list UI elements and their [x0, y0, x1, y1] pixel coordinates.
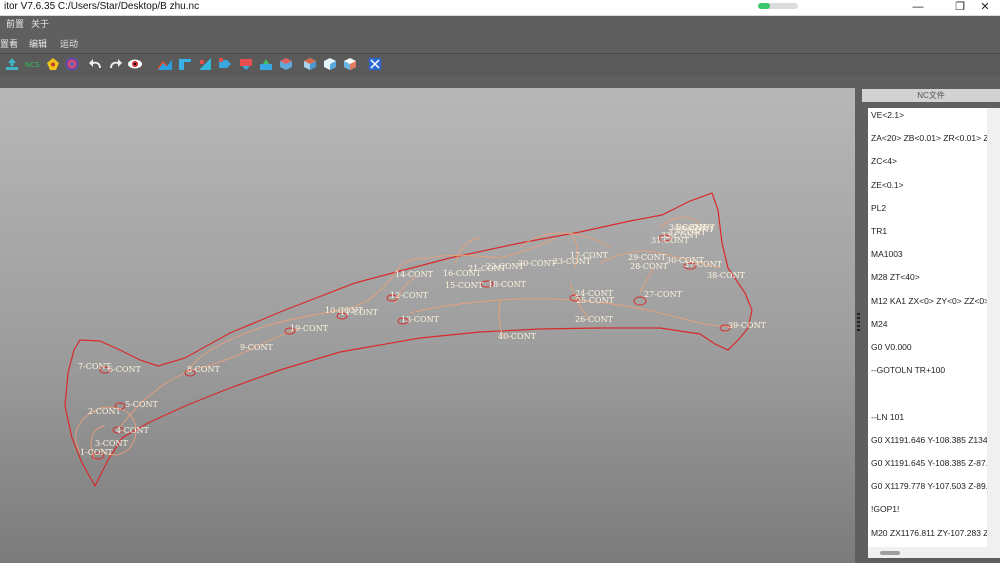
nc-line[interactable]: TR1: [871, 226, 887, 236]
cube-2-icon[interactable]: [322, 56, 338, 72]
contour-label: 6-CONT: [108, 365, 141, 374]
nc-line[interactable]: G0 X1179.778 Y-107.503 Z-89.0: [871, 481, 993, 491]
3d-viewport[interactable]: 1-CONT 2-CONT 3-CONT 4-CONT 5-CONT 6-CONT 7-CO…: [0, 88, 855, 563]
contour-label: 29-CONT: [628, 253, 667, 262]
cube-3-icon[interactable]: [342, 56, 358, 72]
cube-1-icon[interactable]: [302, 56, 318, 72]
nc-line[interactable]: ZC<4>: [871, 156, 897, 166]
nc-panel-header: NC文件: [862, 89, 1000, 102]
contour-label: 2-CONT: [88, 407, 121, 416]
contour-label: 39-CONT: [728, 321, 767, 330]
horizontal-scroll-thumb[interactable]: [880, 551, 900, 555]
nc-line[interactable]: M24: [871, 319, 888, 329]
import-icon[interactable]: [4, 56, 20, 72]
contour-label: 1-CONT: [80, 448, 113, 457]
contour-label: 15-CONT: [445, 281, 484, 290]
view-7-icon[interactable]: [278, 56, 294, 72]
panel-splitter[interactable]: [855, 88, 862, 563]
progress-fill: [758, 3, 770, 9]
toolpath-canvas: 1-CONT 2-CONT 3-CONT 4-CONT 5-CONT 6-CONT7-CO…: [64, 192, 767, 488]
menu-item-front[interactable]: 前置: [6, 17, 24, 30]
nc-line[interactable]: M20 ZX1176.811 ZY-107.283 Z: [871, 528, 989, 538]
contour-label: 26-CONT: [575, 315, 614, 324]
contour-label: 40-CONT: [498, 332, 537, 341]
contour-label: 25-CONT: [576, 296, 615, 305]
contour-label: 11-CONT: [340, 308, 379, 317]
secondary-menu-bar: 置看 编辑 运动: [0, 36, 1000, 52]
window-title: itor V7.6.35 C:/Users/Star/Desktop/B zhu…: [4, 1, 200, 12]
contour-label: 19-CONT: [290, 324, 329, 333]
contour-label: 18-CONT: [488, 280, 527, 289]
minimize-button[interactable]: —: [903, 0, 933, 15]
view-5-icon[interactable]: [238, 56, 254, 72]
menu-item-about[interactable]: 关于: [31, 17, 49, 30]
part-outline: [64, 192, 753, 488]
contour-label: 4-CONT: [116, 426, 149, 435]
nc-line[interactable]: G0 X1191.645 Y-108.385 Z-87.5: [871, 458, 993, 468]
nc-line[interactable]: --LN 101: [871, 412, 904, 422]
menu-item-motion[interactable]: 运动: [60, 37, 78, 50]
contour-label: 38-CONT: [707, 271, 746, 280]
nc-line[interactable]: PL2: [871, 203, 886, 213]
title-bar: itor V7.6.35 C:/Users/Star/Desktop/B zhu…: [0, 0, 1000, 16]
nc-line[interactable]: G0 V0.000: [871, 342, 912, 352]
nc-line[interactable]: G0 X1191.646 Y-108.385 Z134.4: [871, 435, 995, 445]
contour-label: 36-CONT: [677, 223, 716, 232]
contour-label: 9-CONT: [240, 343, 273, 352]
contour-label: 3-CONT: [95, 439, 128, 448]
menu-item-view[interactable]: 置看: [0, 37, 18, 50]
contour-label: 27-CONT: [644, 290, 683, 299]
nc-line[interactable]: M28 ZT<40>: [871, 272, 920, 282]
menu-item-edit[interactable]: 编辑: [29, 37, 47, 50]
progress-bar: [758, 3, 798, 9]
menu-bar: 前置 关于: [0, 16, 1000, 31]
view-1-icon[interactable]: [157, 56, 173, 72]
nc-line[interactable]: ZE<0.1>: [871, 180, 904, 190]
view-3-icon[interactable]: [197, 56, 213, 72]
ncs-icon[interactable]: NCS: [24, 56, 42, 72]
ncs-label: NCS: [25, 61, 40, 69]
view-2-icon[interactable]: [177, 56, 193, 72]
nc-line[interactable]: !GOP1!: [871, 504, 899, 514]
nc-line[interactable]: ZA<20> ZB<0.01> ZR<0.01> Z: [871, 133, 989, 143]
nc-file-panel[interactable]: VE<2.1> ZA<20> ZB<0.01> ZR<0.01> Z ZC<4> ZE…: [868, 108, 996, 558]
contour-label: 7-CONT: [78, 362, 111, 371]
view-4-icon[interactable]: [217, 56, 233, 72]
view-6-icon[interactable]: [258, 56, 274, 72]
toolbar: NCS: [0, 53, 1000, 76]
nc-line[interactable]: --GOTOLN TR+100: [871, 365, 945, 375]
horizontal-scrollbar[interactable]: [868, 547, 987, 558]
redo-icon[interactable]: [107, 56, 123, 72]
nc-line[interactable]: MA1003: [871, 249, 903, 259]
undo-icon[interactable]: [88, 56, 104, 72]
contour-label: 5-CONT: [125, 400, 158, 409]
fit-icon[interactable]: [367, 56, 383, 72]
eye-icon[interactable]: [127, 56, 143, 72]
contour-label: 8-CONT: [187, 365, 220, 374]
shape-icon[interactable]: [45, 56, 61, 72]
nc-line[interactable]: M12 KA1 ZX<0> ZY<0> ZZ<0>: [871, 296, 989, 306]
contour-label: 14-CONT: [395, 270, 434, 279]
splitter-grip[interactable]: [857, 313, 860, 333]
contour-label: 23-CONT: [553, 257, 592, 266]
contour-label: 28-CONT: [630, 262, 669, 271]
target-icon[interactable]: [64, 56, 80, 72]
contour-label: 12-CONT: [390, 291, 429, 300]
nc-line[interactable]: VE<2.1>: [871, 110, 904, 120]
contour-label: 13-CONT: [401, 315, 440, 324]
close-button[interactable]: ✕: [970, 0, 1000, 15]
vertical-scrollbar[interactable]: [987, 108, 1000, 558]
contour-label: 22-CONT: [486, 262, 525, 271]
contour-label: 37-CONT: [684, 260, 723, 269]
